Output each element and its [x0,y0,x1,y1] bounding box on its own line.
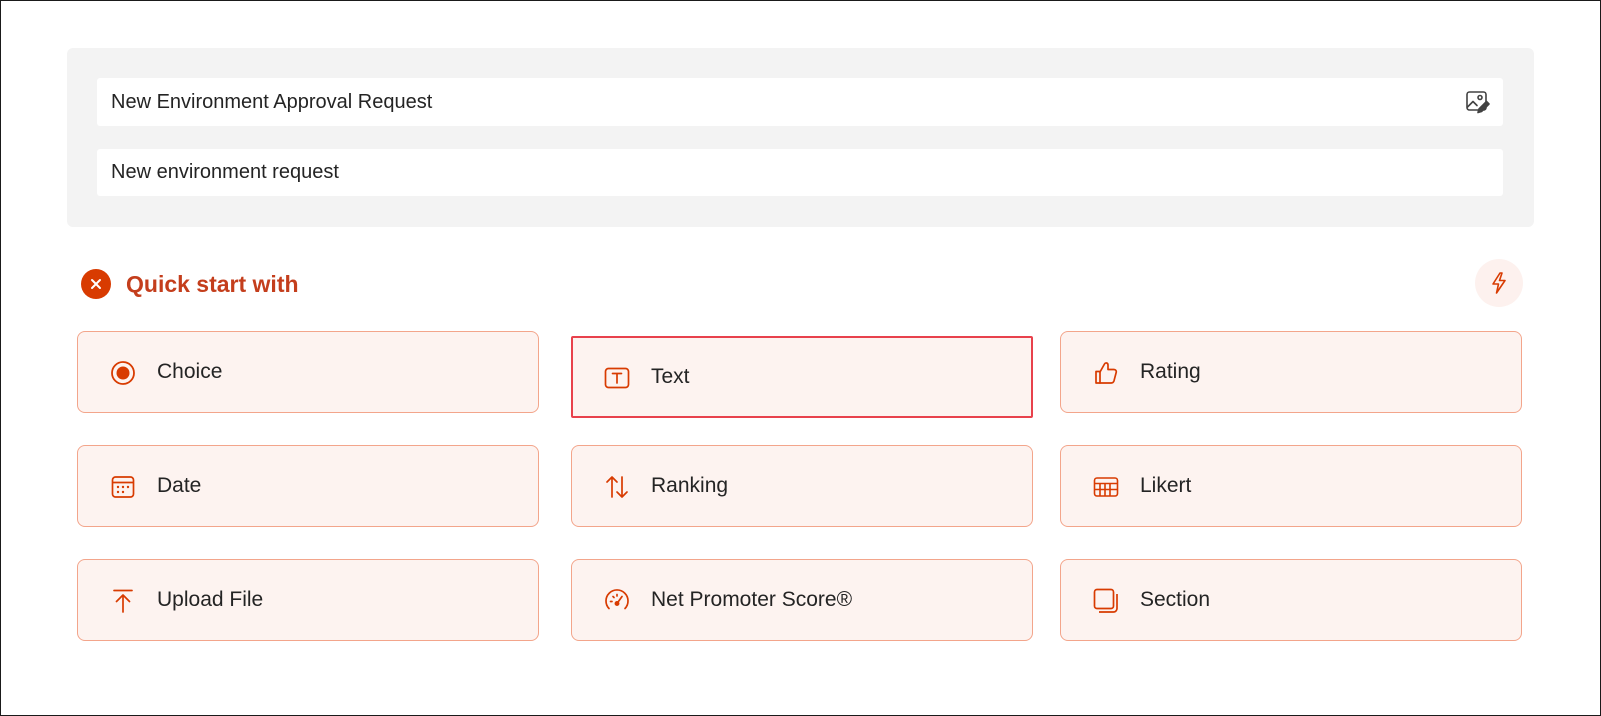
arrow-sort-icon [604,474,630,500]
question-type-choice[interactable]: Choice [77,331,539,413]
question-type-label: Ranking [651,474,729,497]
form-header-card: New Environment Approval Request New env… [67,48,1534,227]
quick-start-title: Quick start with [126,270,299,297]
question-type-upload-file[interactable]: Upload File [77,559,539,641]
form-title-field[interactable]: New Environment Approval Request [97,78,1503,126]
question-type-label: Upload File [157,588,264,611]
close-icon[interactable] [81,269,111,299]
question-type-label: Rating [1140,360,1201,383]
gauge-icon [604,588,630,614]
lightning-icon [1492,272,1506,294]
section-icon [1093,588,1119,614]
text-box-icon [604,365,630,391]
quick-start-header: Quick start with [81,267,299,301]
likert-grid-icon [1093,474,1119,500]
question-type-label: Net Promoter Score® [651,588,853,611]
question-type-section[interactable]: Section [1060,559,1522,641]
form-description-text: New environment request [111,161,339,183]
question-type-likert[interactable]: Likert [1060,445,1522,527]
question-type-label: Likert [1140,474,1192,497]
form-editor-frame: New Environment Approval Request New env… [0,0,1601,716]
form-description-field[interactable]: New environment request [97,149,1503,196]
question-type-label: Section [1140,588,1211,611]
question-type-net-promoter-score[interactable]: Net Promoter Score® [571,559,1033,641]
image-edit-icon[interactable] [1465,89,1491,115]
upload-icon [110,588,136,614]
thumbs-up-icon [1093,360,1119,386]
question-type-text[interactable]: Text [571,336,1033,418]
question-type-ranking[interactable]: Ranking [571,445,1033,527]
question-type-rating[interactable]: Rating [1060,331,1522,413]
radio-icon [110,360,136,386]
question-type-date[interactable]: Date [77,445,539,527]
lightning-button[interactable] [1475,259,1523,307]
question-type-label: Choice [157,360,223,383]
form-title-text: New Environment Approval Request [111,90,433,113]
question-type-label: Date [157,474,202,497]
calendar-icon [110,474,136,500]
question-type-label: Text [651,365,690,388]
